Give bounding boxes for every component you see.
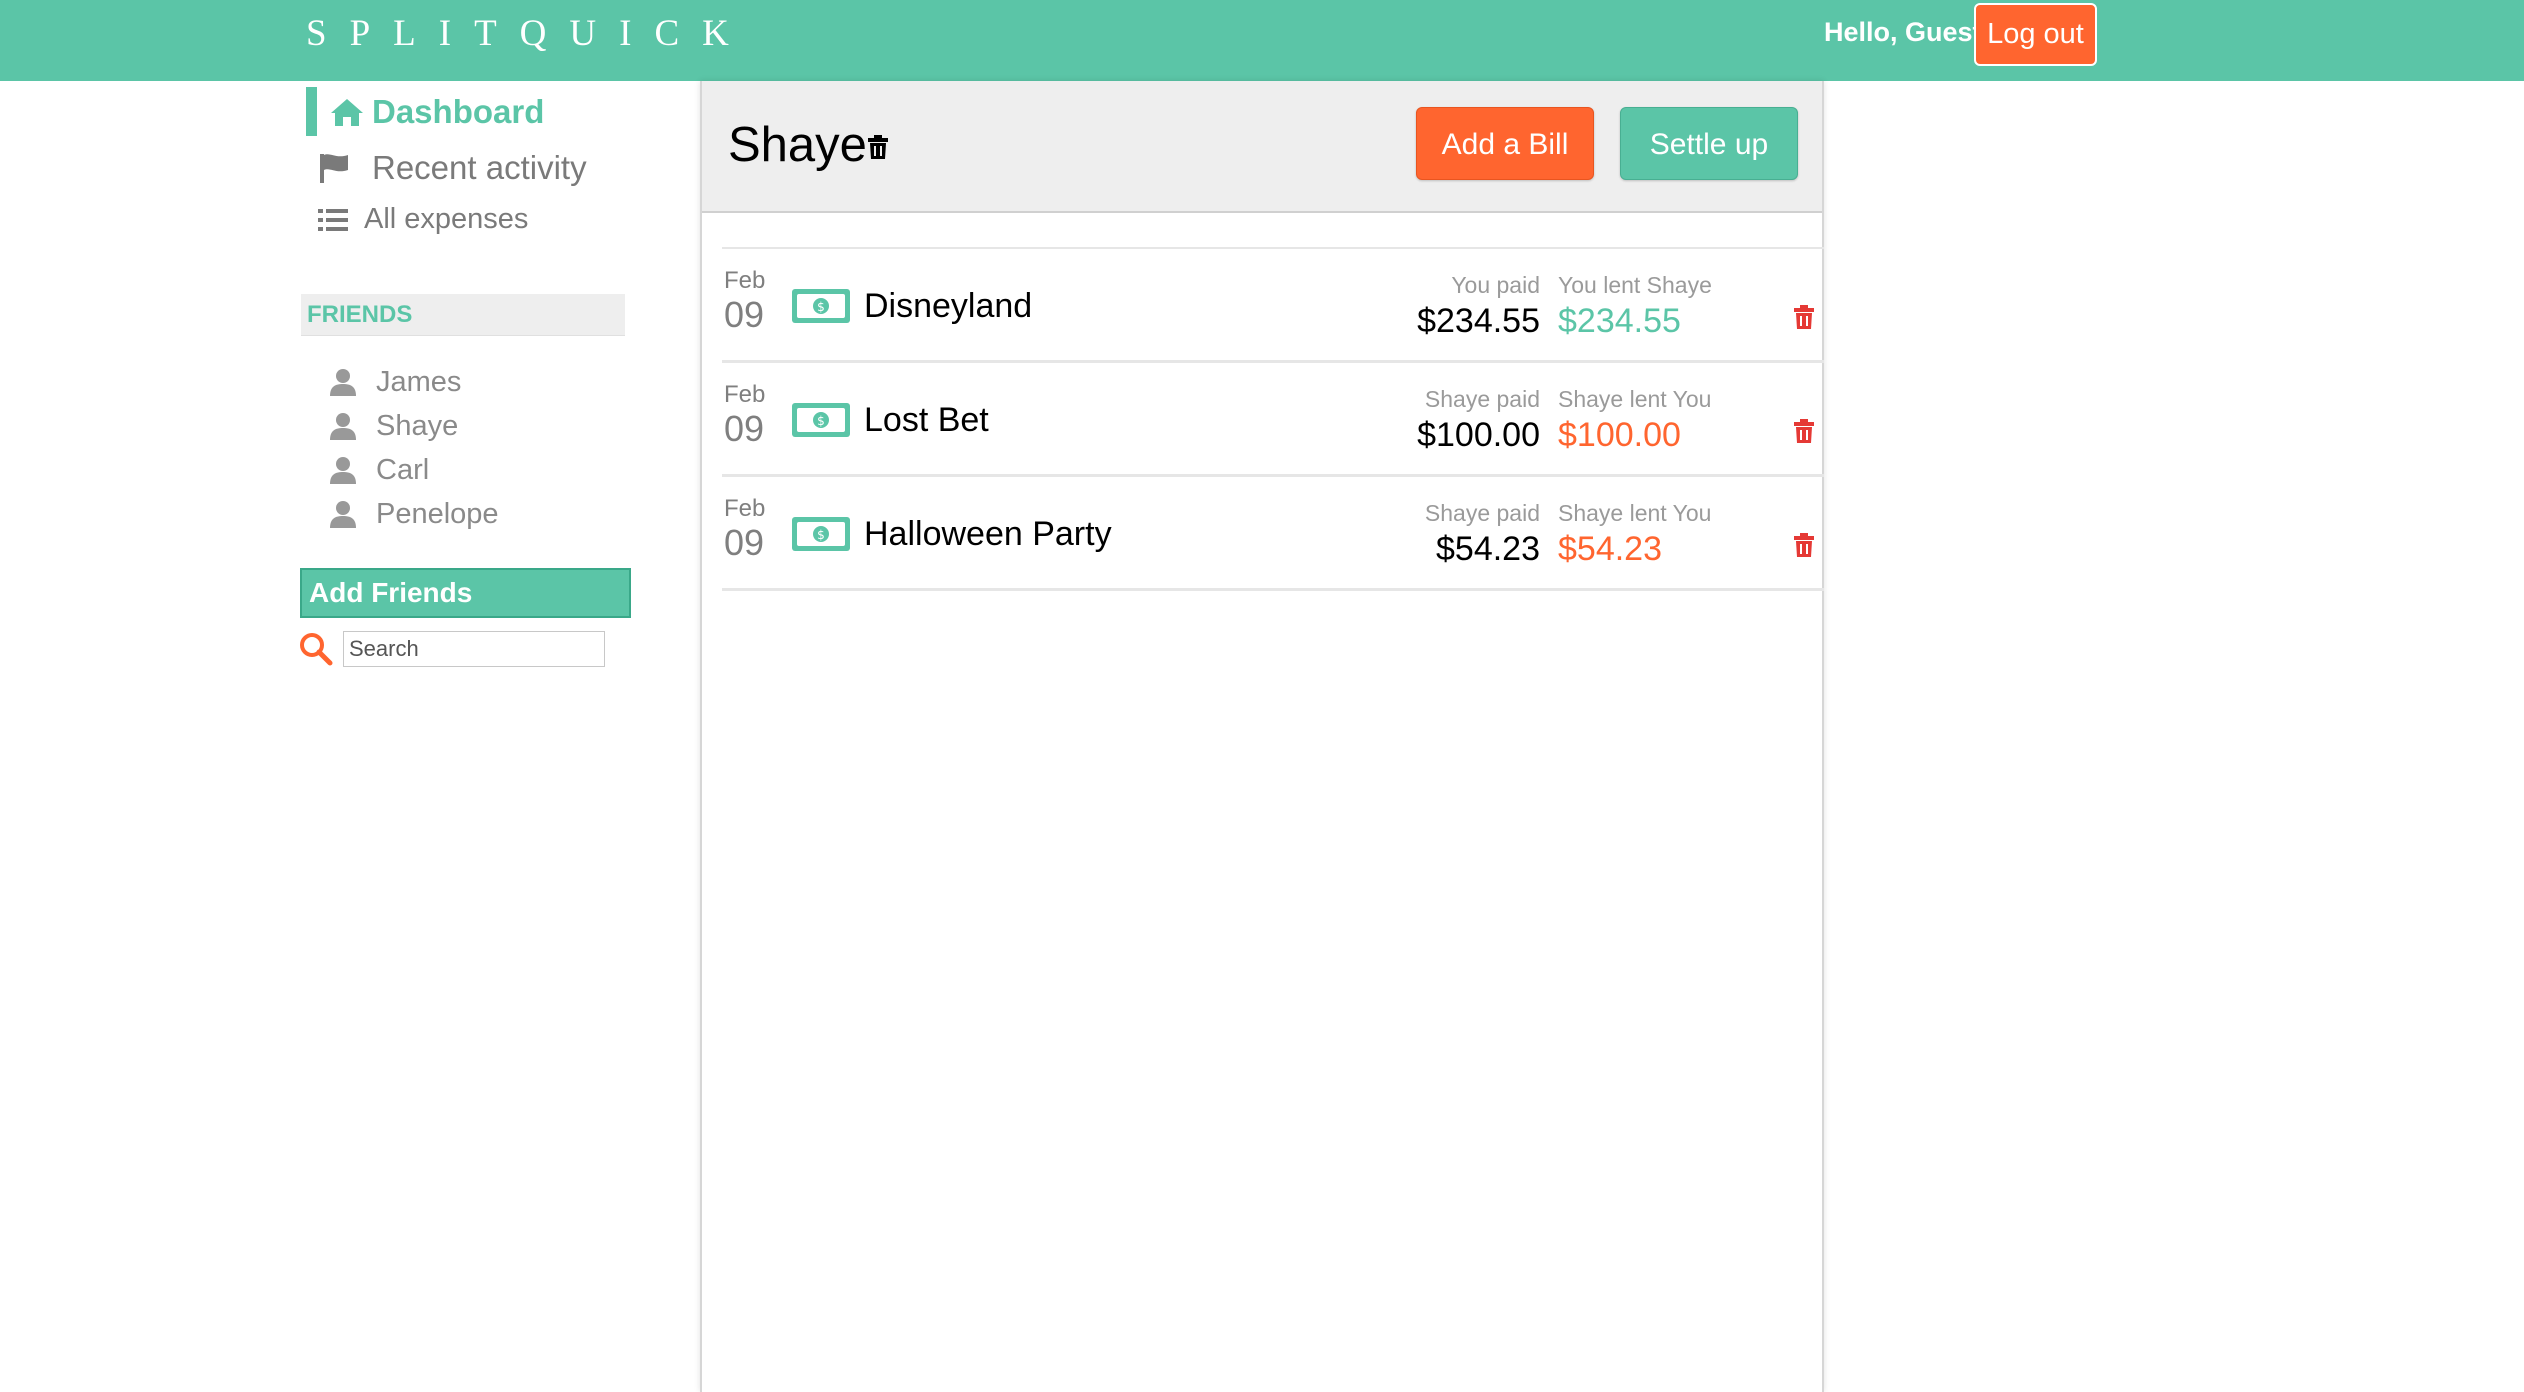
sidebar-item-label: All expenses [364, 203, 529, 235]
user-greeting: Hello, Guest [1824, 17, 1982, 47]
friend-item-james[interactable]: James [328, 360, 499, 404]
paid-column: Shaye paid $100.00 [1417, 385, 1540, 457]
friend-search [299, 631, 605, 667]
friend-name: Penelope [376, 497, 499, 530]
lent-amount: $54.23 [1558, 530, 1662, 568]
lent-column: You lent Shaye $234.55 [1558, 271, 1712, 343]
paid-column: You paid $234.55 [1417, 271, 1540, 343]
brand-logo[interactable]: SPLITQUICK [306, 12, 752, 56]
list-icon [318, 208, 348, 231]
friend-list: James Shaye Carl Penelope [328, 360, 499, 536]
svg-text:$: $ [817, 300, 825, 314]
friend-detail-panel: Shaye Add a Bill Settle up Feb 09 $ Disn… [700, 81, 1824, 1392]
search-input[interactable] [343, 631, 605, 667]
expense-title: Disneyland [864, 287, 1033, 325]
settle-up-button[interactable]: Settle up [1620, 107, 1798, 180]
paid-label: Shaye paid [1424, 500, 1540, 526]
expense-day: 09 [724, 408, 765, 449]
paid-label: You paid [1451, 272, 1540, 298]
user-icon [330, 457, 356, 484]
paid-amount: $54.23 [1436, 530, 1540, 568]
sidebar-item-label: Dashboard [372, 92, 545, 130]
money-bill-icon: $ [792, 289, 850, 323]
friend-name: Shaye [376, 409, 459, 442]
expense-title: Lost Bet [864, 401, 989, 439]
paid-label: Shaye paid [1424, 386, 1540, 412]
expense-day: 09 [724, 294, 765, 335]
lent-column: Shaye lent You $54.23 [1558, 499, 1711, 571]
expense-row[interactable]: Feb 09 $ Disneyland You paid $234.55 You… [722, 249, 1824, 363]
svg-text:$: $ [817, 414, 825, 428]
paid-amount: $234.55 [1417, 302, 1540, 340]
add-friends-button[interactable]: Add Friends [300, 568, 631, 618]
sidebar-item-dashboard[interactable]: Dashboard [306, 87, 544, 136]
panel-header: Shaye Add a Bill Settle up [702, 81, 1822, 213]
expense-row[interactable]: Feb 09 $ Lost Bet Shaye paid $100.00 Sha… [722, 363, 1824, 477]
expense-date: Feb 09 [724, 381, 765, 449]
friend-name: James [376, 365, 462, 398]
lent-column: Shaye lent You $100.00 [1558, 385, 1711, 457]
sidebar-item-recent-activity[interactable]: Recent activity [318, 149, 587, 187]
delete-expense-trash-icon[interactable] [1794, 533, 1814, 557]
delete-expense-trash-icon[interactable] [1794, 305, 1814, 329]
paid-column: Shaye paid $54.23 [1425, 499, 1540, 571]
friend-item-penelope[interactable]: Penelope [328, 492, 499, 536]
home-icon [331, 98, 363, 126]
lent-amount: $234.55 [1558, 302, 1681, 340]
logout-button[interactable]: Log out [1974, 3, 2097, 66]
paid-amount: $100.00 [1417, 416, 1540, 454]
lent-label: Shaye lent You [1558, 386, 1712, 412]
flag-icon [320, 154, 348, 183]
user-icon [330, 413, 356, 440]
expense-month: Feb [724, 267, 766, 294]
delete-expense-trash-icon[interactable] [1794, 419, 1814, 443]
friend-item-carl[interactable]: Carl [328, 448, 499, 492]
expense-date: Feb 09 [724, 495, 765, 563]
lent-label: Shaye lent You [1558, 500, 1712, 526]
add-bill-button[interactable]: Add a Bill [1416, 107, 1594, 180]
expense-row[interactable]: Feb 09 $ Halloween Party Shaye paid $54.… [722, 477, 1824, 591]
svg-text:$: $ [817, 528, 825, 542]
expense-month: Feb [724, 495, 766, 522]
sidebar-item-label: Recent activity [372, 149, 587, 186]
expense-title: Halloween Party [864, 515, 1112, 553]
expense-day: 09 [724, 522, 765, 563]
money-bill-icon: $ [792, 403, 850, 437]
page-title: Shaye [728, 118, 867, 172]
expense-month: Feb [724, 381, 766, 408]
expense-date: Feb 09 [724, 267, 765, 335]
sidebar-item-all-expenses[interactable]: All expenses [318, 203, 528, 236]
friend-name: Carl [376, 453, 430, 486]
user-icon [330, 501, 356, 528]
expense-list: Feb 09 $ Disneyland You paid $234.55 You… [722, 247, 1824, 591]
lent-label: You lent Shaye [1558, 272, 1712, 298]
money-bill-icon: $ [792, 517, 850, 551]
delete-friend-trash-icon[interactable] [868, 135, 888, 159]
search-icon[interactable] [299, 632, 333, 666]
friend-item-shaye[interactable]: Shaye [328, 404, 499, 448]
friends-heading: FRIENDS [301, 294, 625, 336]
top-navbar: SPLITQUICK Hello, Guest Log out [0, 0, 2524, 81]
lent-amount: $100.00 [1558, 416, 1681, 454]
active-indicator [306, 87, 317, 136]
user-icon [330, 369, 356, 396]
